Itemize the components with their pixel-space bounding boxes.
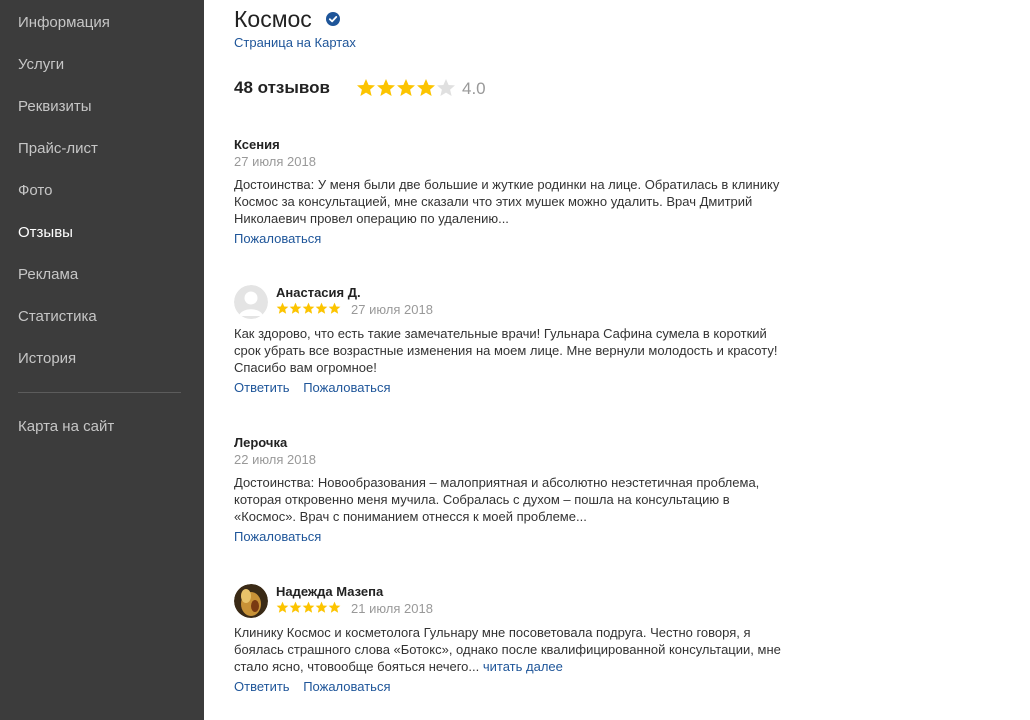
verified-check-icon bbox=[326, 12, 340, 26]
sidebar-item-services[interactable]: Услуги bbox=[18, 56, 64, 74]
review-date: 22 июля 2018 bbox=[234, 452, 316, 467]
review-actions: Ответить Пожаловаться bbox=[234, 380, 391, 396]
sidebar-item-info[interactable]: Информация bbox=[18, 14, 110, 32]
review-date: 27 июля 2018 bbox=[234, 154, 316, 169]
sidebar-item-statistics[interactable]: Статистика bbox=[18, 308, 97, 326]
review-actions: Ответить Пожаловаться bbox=[234, 679, 391, 695]
complain-link[interactable]: Пожаловаться bbox=[303, 380, 390, 395]
star-icon bbox=[417, 79, 435, 96]
review-author: Ксения bbox=[234, 137, 280, 152]
complain-link[interactable]: Пожаловаться bbox=[303, 679, 390, 694]
sidebar: Информация Услуги Реквизиты Прайс-лист Ф… bbox=[0, 0, 204, 720]
star-icon bbox=[276, 302, 289, 314]
maps-page-link[interactable]: Страница на Картах bbox=[234, 35, 356, 51]
sidebar-item-price-list[interactable]: Прайс-лист bbox=[18, 140, 98, 158]
star-icon bbox=[302, 601, 315, 613]
reply-link[interactable]: Ответить bbox=[234, 380, 290, 395]
star-icon bbox=[328, 302, 341, 314]
review-author: Надежда Мазепа bbox=[276, 584, 384, 599]
sidebar-divider bbox=[18, 392, 181, 393]
sidebar-item-history[interactable]: История bbox=[18, 350, 76, 368]
review-text: Достоинства: У меня были две большие и ж… bbox=[234, 177, 780, 226]
main-content: Космос Страница на Картах 48 отзывов 4.0… bbox=[234, 0, 814, 720]
review-text: Достоинства: Новообразования – малоприят… bbox=[234, 475, 760, 524]
review-actions: Пожаловаться bbox=[234, 231, 321, 247]
star-icon bbox=[302, 302, 315, 314]
star-icon bbox=[377, 79, 395, 96]
rating-value: 4.0 bbox=[462, 79, 486, 98]
star-icon bbox=[315, 601, 328, 613]
reviews-count: 48 отзывов bbox=[234, 78, 330, 97]
avatar bbox=[234, 584, 268, 618]
reply-link[interactable]: Ответить bbox=[234, 679, 290, 694]
star-icon bbox=[276, 601, 289, 613]
page-title: Космос bbox=[234, 6, 312, 32]
review-author: Лерочка bbox=[234, 435, 288, 450]
review-date: 27 июля 2018 bbox=[351, 302, 433, 317]
sidebar-item-photo[interactable]: Фото bbox=[18, 182, 52, 200]
star-icon bbox=[357, 79, 375, 96]
read-more-link[interactable]: читать далее bbox=[483, 659, 563, 674]
sidebar-item-site-map[interactable]: Карта на сайт bbox=[18, 418, 114, 436]
complain-link[interactable]: Пожаловаться bbox=[234, 529, 321, 544]
star-icon bbox=[437, 79, 455, 96]
avatar bbox=[234, 285, 268, 319]
review-author: Анастасия Д. bbox=[276, 285, 361, 300]
star-icon bbox=[289, 302, 302, 314]
star-icon bbox=[315, 302, 328, 314]
star-icon bbox=[328, 601, 341, 613]
review-date: 21 июля 2018 bbox=[351, 601, 433, 616]
sidebar-item-requisites[interactable]: Реквизиты bbox=[18, 98, 92, 116]
star-icon bbox=[397, 79, 415, 96]
sidebar-item-reviews[interactable]: Отзывы bbox=[18, 224, 73, 242]
review-text: Клинику Космос и косметолога Гульнару мн… bbox=[234, 624, 794, 675]
complain-link[interactable]: Пожаловаться bbox=[234, 231, 321, 246]
sidebar-item-ads[interactable]: Реклама bbox=[18, 266, 78, 284]
star-icon bbox=[289, 601, 302, 613]
review-text: Как здорово, что есть такие замечательны… bbox=[234, 326, 778, 375]
review-actions: Пожаловаться bbox=[234, 529, 321, 545]
